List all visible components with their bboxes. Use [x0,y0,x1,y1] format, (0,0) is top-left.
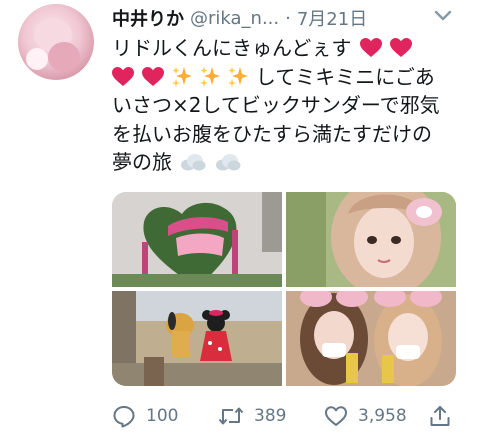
sparkles-emoji-icon [200,66,221,87]
photo-selfie-girl[interactable] [286,192,456,287]
retweet-icon [218,407,244,425]
tweet-date[interactable]: 7月21日 [297,5,367,31]
separator-dot: · [285,7,291,29]
photo-heart-topiary-image [112,192,282,287]
share-button[interactable] [428,402,452,430]
red-heart-emoji-icon [390,38,413,57]
red-heart-emoji-icon [142,66,165,86]
photo-pluto-minnie[interactable] [112,291,282,386]
photo-pluto-minnie-image [112,291,282,386]
photo-two-girls-drinks-image [286,291,456,386]
reply-icon [113,406,135,428]
reply-count: 100 [146,406,179,426]
author-name[interactable]: 中井りか [112,5,184,31]
reply-button[interactable]: 100 [112,402,178,430]
tweet-line-3: いさつ×2してビックサンダーで邪気 [112,93,440,117]
cloud-emoji-icon [181,154,206,171]
tweet-line-1: リドルくんにきゅんどぇす [112,34,462,63]
cloud-emoji-icon [215,154,241,171]
photo-two-girls-drinks[interactable] [286,291,456,386]
avatar[interactable] [18,4,94,80]
tweet-media-grid [112,192,456,386]
tweet-text-segment: リドルくんにきゅんどぇす [112,36,352,60]
retweet-button[interactable]: 389 [218,402,286,430]
retweet-count: 389 [254,406,287,426]
tweet-text: リドルくんにきゅんどぇす してミキミニにごあ いさつ×2してビックサンダーで邪気… [112,34,462,177]
photo-selfie-girl-image [286,192,456,287]
tweet-text-segment: してミキミニにごあ [255,64,435,89]
avatar-detail [26,48,48,70]
red-heart-emoji-icon [359,38,382,57]
sparkles-emoji-icon [228,66,249,87]
like-icon [325,406,347,426]
red-heart-emoji-icon [112,66,134,86]
photo-heart-topiary[interactable] [112,192,282,287]
tweet-line-4: を払いお腹をひたすら満たすだけの [112,121,432,146]
chevron-down-icon[interactable] [433,8,453,24]
tweet-line-5: 夢の旅 [112,148,462,177]
share-icon [430,406,450,426]
tweet-line-2: してミキミニにごあ [112,63,462,92]
tweet-actions: 100 389 3,958 [112,402,462,430]
tweet-text-segment: 夢の旅 [112,150,172,174]
avatar-detail [48,42,80,72]
author-handle[interactable]: @rika_n... [190,8,279,29]
tweet-header: 中井りか @rika_n... · 7月21日 [112,5,462,31]
like-count: 3,958 [358,406,407,426]
sparkles-emoji-icon [171,66,192,87]
like-button[interactable]: 3,958 [324,402,407,430]
